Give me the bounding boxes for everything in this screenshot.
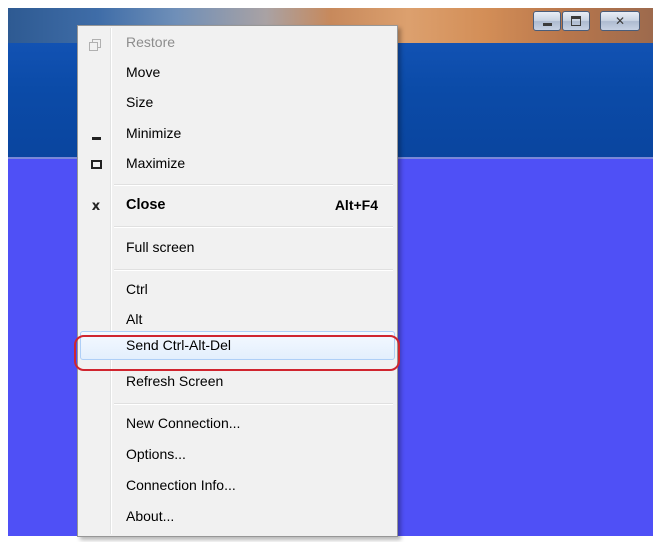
menu-item-label: New Connection...	[126, 415, 241, 431]
menu-item-minimize[interactable]: Minimize	[80, 119, 395, 149]
menu-item-label: Minimize	[126, 125, 182, 141]
menu-separator	[114, 226, 393, 228]
menu-item-move[interactable]: Move	[80, 58, 395, 88]
menu-item-full-screen[interactable]: Full screen	[80, 233, 395, 263]
maximize-icon	[89, 157, 103, 171]
menu-item-label: Refresh Screen	[126, 373, 224, 389]
menu-item-refresh-screen[interactable]: Refresh Screen	[80, 367, 395, 397]
system-context-menu: Restore Move Size Minimize Maximize x Cl…	[77, 25, 398, 537]
menu-separator	[114, 403, 393, 405]
menu-item-close[interactable]: x Close Alt+F4	[80, 191, 395, 221]
menu-item-label: About...	[126, 508, 175, 524]
menu-item-restore[interactable]: Restore	[80, 28, 395, 58]
minimize-icon	[89, 127, 103, 141]
annotation-highlight-ring	[74, 335, 400, 371]
menu-item-label: Alt	[126, 311, 143, 327]
minimize-icon	[542, 23, 552, 26]
maximize-window-button[interactable]	[562, 11, 590, 31]
close-icon: x	[91, 198, 101, 214]
maximize-icon	[571, 16, 581, 26]
menu-item-maximize[interactable]: Maximize	[80, 149, 395, 179]
menu-item-shortcut: Alt+F4	[334, 197, 378, 213]
close-icon: ✕	[614, 14, 626, 28]
menu-item-label: Size	[126, 94, 154, 110]
menu-item-label: Restore	[126, 34, 176, 50]
menu-item-size[interactable]: Size	[80, 88, 395, 118]
menu-item-about[interactable]: About...	[80, 502, 395, 532]
menu-item-ctrl[interactable]: Ctrl	[80, 275, 395, 305]
menu-item-label: Connection Info...	[126, 477, 236, 493]
menu-item-options[interactable]: Options...	[80, 440, 395, 470]
restore-icon	[88, 36, 103, 51]
menu-item-label: Full screen	[126, 239, 195, 255]
minimize-window-button[interactable]	[533, 11, 561, 31]
close-window-button[interactable]: ✕	[600, 11, 640, 31]
menu-item-label: Options...	[126, 446, 186, 462]
menu-item-label: Move	[126, 64, 161, 80]
menu-separator	[114, 184, 393, 186]
menu-item-label: Close	[126, 197, 166, 213]
menu-item-label: Maximize	[126, 155, 186, 171]
menu-item-new-connection[interactable]: New Connection...	[80, 409, 395, 439]
menu-item-connection-info[interactable]: Connection Info...	[80, 471, 395, 501]
window-controls: ✕	[532, 11, 640, 31]
menu-separator	[114, 269, 393, 271]
menu-item-label: Ctrl	[126, 281, 148, 297]
